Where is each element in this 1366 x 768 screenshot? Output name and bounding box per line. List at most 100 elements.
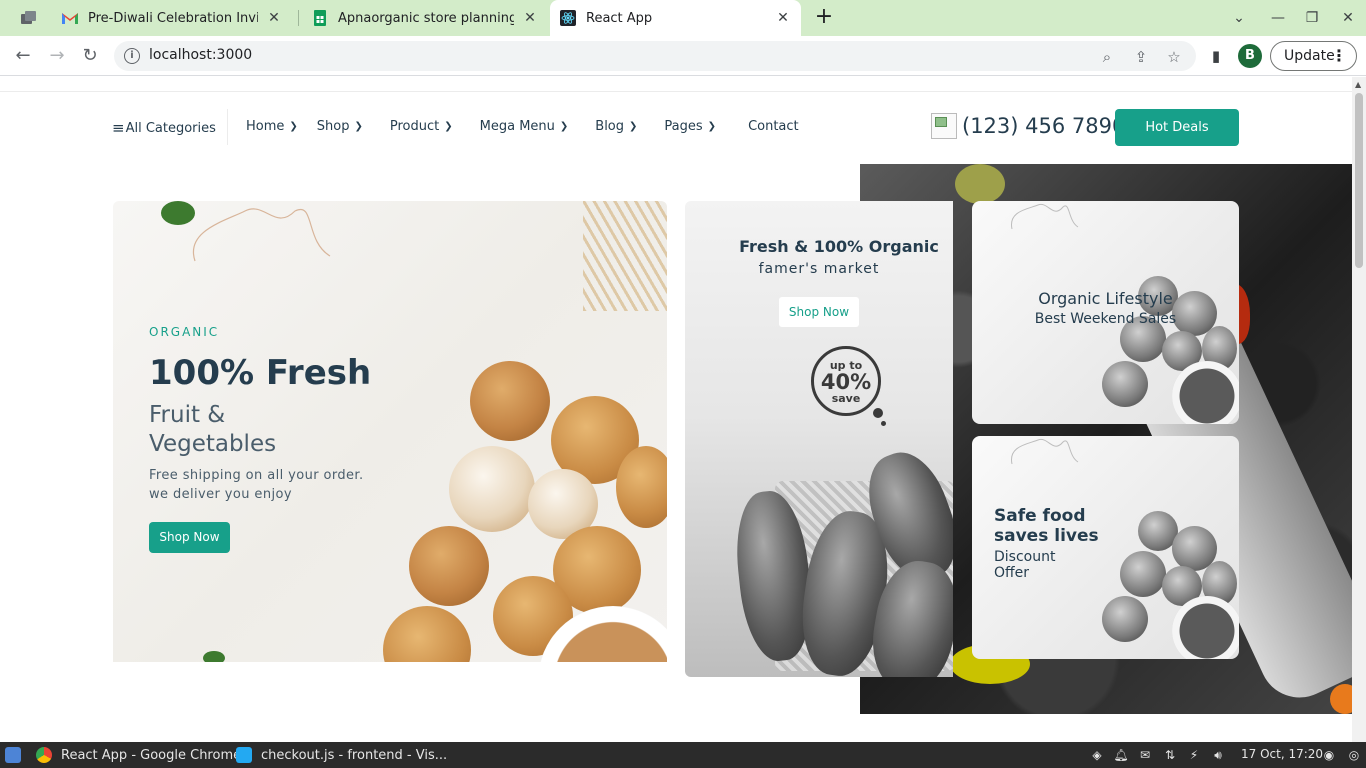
volume-icon[interactable]: 🔊︎ [1210, 747, 1226, 763]
menu-label: Mega Menu [479, 119, 555, 134]
bookmark-star-icon[interactable]: ☆ [1165, 48, 1183, 66]
tab-close-icon[interactable]: ✕ [266, 10, 282, 26]
card-subtitle: Best Weekend Sales [1034, 311, 1177, 327]
tab-search-icon[interactable] [18, 8, 40, 28]
address-bar[interactable]: i localhost:3000 ⌕ ⇪ ☆ [114, 41, 1196, 71]
organic-shop-now-button[interactable]: Shop Now [779, 297, 859, 327]
menu-label: Product [389, 119, 440, 134]
menu-item-shop[interactable]: Shop ❯ [317, 119, 363, 134]
tab-list-chevron-icon[interactable]: ⌄ [1229, 8, 1249, 28]
system-tray-icon[interactable]: ◉ [1321, 747, 1337, 763]
back-icon[interactable]: ← [11, 44, 35, 68]
remote-desktop-icon[interactable]: ◈ [1089, 747, 1105, 763]
vscode-icon [236, 747, 252, 763]
card-subtitle-line: Offer [994, 565, 1030, 581]
chrome-tray-icon[interactable]: ◎ [1346, 747, 1362, 763]
phone-contact: (123) 456 7890 [931, 113, 1125, 139]
thought-dot [873, 408, 883, 418]
chrome-icon [36, 747, 52, 763]
menu-label: Shop [316, 119, 350, 134]
mail-icon[interactable]: ✉ [1137, 747, 1153, 763]
menu-label: Home [246, 119, 285, 134]
tab-sheets[interactable]: Apnaorganic store planning - G ✕ [302, 0, 548, 36]
taskbar-item-chrome[interactable]: React App - Google Chrome [36, 742, 241, 768]
leaf-decor [161, 201, 195, 225]
notification-bell-icon[interactable]: 🔔︎ [1113, 747, 1129, 763]
menu-label: Contact [748, 119, 799, 134]
header-divider [0, 91, 1352, 92]
start-menu-icon[interactable] [5, 747, 21, 763]
tab-close-icon[interactable]: ✕ [775, 10, 791, 26]
hero-subtitle-line: Fruit & [149, 402, 226, 428]
share-icon[interactable]: ⇪ [1132, 48, 1150, 66]
side-panel-icon[interactable]: ▮ [1206, 46, 1226, 66]
menu-item-mega-menu[interactable]: Mega Menu ❯ [480, 119, 569, 134]
hero-desc-line: we deliver you enjoy [149, 487, 292, 502]
site-nav: ≡ All Categories Home ❯ Shop ❯ Product ❯ Me… [0, 107, 1352, 149]
chevron-down-icon: ❯ [444, 121, 453, 132]
url-text[interactable]: localhost:3000 [149, 47, 252, 63]
taskbar-item-vscode[interactable]: checkout.js - frontend - Vis... [236, 742, 447, 768]
page-scrollbar[interactable]: ▲ [1352, 77, 1366, 742]
zoom-icon[interactable]: ⌕ [1098, 48, 1116, 66]
menu-kebab-icon[interactable]: ⋮ [1331, 42, 1347, 70]
wheat-decor [583, 201, 667, 311]
chevron-down-icon: ❯ [629, 121, 638, 132]
hero-subtitle: Fruit & Vegetables [149, 401, 369, 459]
page-viewport: ≡ All Categories Home ❯ Shop ❯ Product ❯ Me… [0, 77, 1352, 742]
new-tab-button[interactable]: + [812, 6, 836, 30]
hero-desc-line: Free shipping on all your order. [149, 468, 364, 483]
scrollbar-thumb[interactable] [1355, 93, 1363, 268]
update-button[interactable]: Update ⋮ [1270, 41, 1357, 71]
discount-badge: up to 40% save [811, 346, 881, 416]
safe-food-card[interactable]: Safe food saves lives Discount Offer [972, 436, 1239, 659]
minimize-icon[interactable]: — [1268, 8, 1288, 28]
hero-tag: ORGANIC [149, 325, 220, 339]
hero-description: Free shipping on all your order. we deli… [149, 466, 389, 504]
all-categories-button[interactable]: ≡ All Categories [112, 119, 216, 137]
network-icon[interactable]: ⇅ [1162, 747, 1178, 763]
browser-tabstrip: Pre-Diwali Celebration Invite - l ✕ Apna… [0, 0, 1366, 36]
browser-toolbar: ← → ↻ i localhost:3000 ⌕ ⇪ ☆ ▮ B Update … [0, 36, 1366, 76]
leaf-decor [203, 651, 225, 662]
tab-title: Pre-Diwali Celebration Invite - l [88, 10, 258, 26]
gmail-icon [62, 10, 78, 26]
scroll-up-icon[interactable]: ▲ [1355, 80, 1361, 89]
organic-banner: Fresh & 100% Organic famer's market Shop… [685, 201, 953, 677]
card-title: Safe food saves lives [994, 506, 1104, 546]
tab-close-icon[interactable]: ✕ [522, 10, 538, 26]
site-info-icon[interactable]: i [124, 48, 140, 64]
hero-banner: ORGANIC 100% Fresh Fruit & Vegetables Fr… [113, 201, 667, 662]
organic-banner-title: Fresh & 100% Organic [739, 237, 939, 256]
os-taskbar: React App - Google Chrome checkout.js - … [0, 742, 1366, 768]
taskbar-clock[interactable]: 17 Oct, 17:20 [1241, 747, 1323, 761]
tab-react-app[interactable]: React App ✕ [550, 0, 801, 36]
tab-gmail[interactable]: Pre-Diwali Celebration Invite - l ✕ [52, 0, 292, 36]
hamburger-icon: ≡ [112, 119, 125, 137]
menu-label: Blog [595, 119, 625, 134]
card-subtitle-line: Discount [994, 549, 1056, 565]
hot-deals-button[interactable]: Hot Deals [1115, 109, 1239, 146]
organic-lifestyle-card[interactable]: Organic Lifestyle Best Weekend Sales [972, 201, 1239, 424]
decor-squiggle [192, 208, 331, 262]
card-title: Organic Lifestyle [1038, 289, 1173, 308]
card-subtitle: Discount Offer [994, 549, 1104, 581]
forward-icon[interactable]: → [45, 44, 69, 68]
profile-avatar[interactable]: B [1238, 44, 1262, 68]
phone-number: (123) 456 7890 [962, 114, 1126, 138]
restore-icon[interactable]: ❐ [1302, 8, 1322, 28]
power-icon[interactable]: ⚡ [1186, 747, 1202, 763]
hero-shop-now-button[interactable]: Shop Now [149, 522, 230, 553]
menu-item-blog[interactable]: Blog ❯ [595, 119, 637, 134]
menu-item-pages[interactable]: Pages ❯ [664, 119, 716, 134]
chevron-down-icon: ❯ [707, 121, 717, 132]
menu-item-product[interactable]: Product ❯ [390, 119, 453, 134]
reload-icon[interactable]: ↻ [78, 44, 102, 68]
gray-cookies-image [1102, 511, 1239, 659]
menu-item-contact[interactable]: Contact [748, 119, 799, 134]
chevron-down-icon: ❯ [289, 121, 298, 132]
taskbar-item-label: React App - Google Chrome [61, 747, 242, 763]
close-window-icon[interactable]: ✕ [1338, 8, 1358, 28]
menu-item-home[interactable]: Home ❯ [246, 119, 298, 134]
decor-squiggle [1011, 203, 1079, 230]
